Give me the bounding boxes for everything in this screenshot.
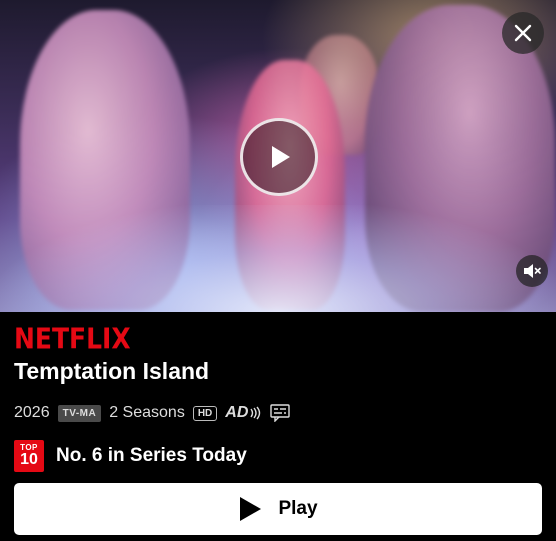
play-button-label: Play — [278, 498, 318, 519]
audio-description-label: AD — [225, 404, 249, 421]
close-button[interactable] — [502, 12, 544, 54]
play-icon — [272, 146, 290, 168]
season-count: 2 Seasons — [109, 404, 185, 421]
preview-video[interactable] — [0, 0, 556, 312]
close-icon — [514, 24, 532, 42]
audio-description-badge: AD — [225, 404, 262, 422]
release-year: 2026 — [14, 404, 50, 421]
top10-badge-number: 10 — [20, 451, 38, 468]
subtitles-icon — [270, 404, 291, 422]
play-icon — [240, 497, 262, 521]
maturity-rating: TV-MA — [57, 404, 102, 422]
top10-text: No. 6 in Series Today — [56, 445, 247, 466]
show-metadata: 2026 TV-MA 2 Seasons HD AD — [14, 402, 291, 424]
play-button[interactable]: Play — [14, 483, 542, 535]
mute-icon — [524, 264, 541, 278]
preview-foam — [0, 205, 556, 312]
hd-badge: HD — [192, 405, 218, 421]
mute-button[interactable] — [516, 255, 548, 287]
top10-ranking: TOP 10 No. 6 in Series Today — [14, 440, 247, 472]
audio-description-icon — [250, 406, 261, 420]
top10-badge: TOP 10 — [14, 440, 44, 472]
show-title: Temptation Island — [14, 358, 210, 384]
preview-play-button[interactable] — [240, 118, 318, 196]
netflix-logo: NETFLIX — [14, 322, 131, 356]
